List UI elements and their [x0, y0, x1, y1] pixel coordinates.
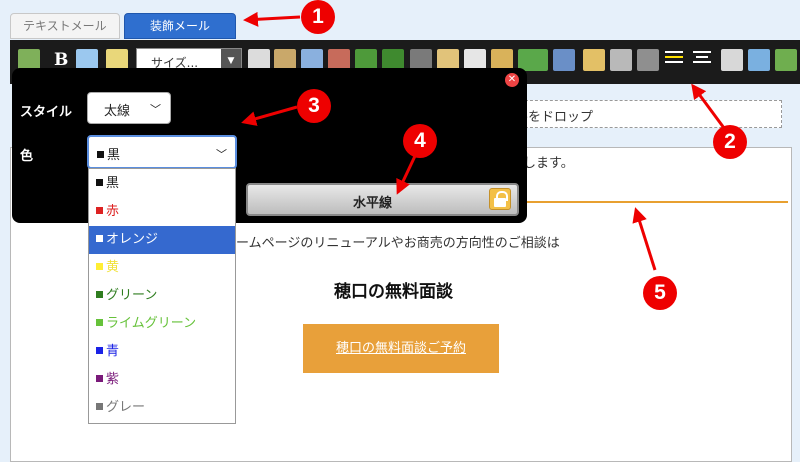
- arrow-3: [241, 105, 298, 126]
- arrow-5: [632, 207, 657, 271]
- annotation-badge-5: 5: [643, 276, 677, 310]
- arrow-1: [243, 11, 301, 27]
- annotation-badge-2: 2: [713, 125, 747, 159]
- arrow-2: [691, 83, 726, 129]
- annotation-badge-1: 1: [301, 0, 335, 34]
- arrow-4: [396, 155, 417, 195]
- annotation-arrows: [241, 11, 726, 271]
- annotation-badge-3: 3: [297, 89, 331, 123]
- annotation-badge-4: 4: [403, 124, 437, 158]
